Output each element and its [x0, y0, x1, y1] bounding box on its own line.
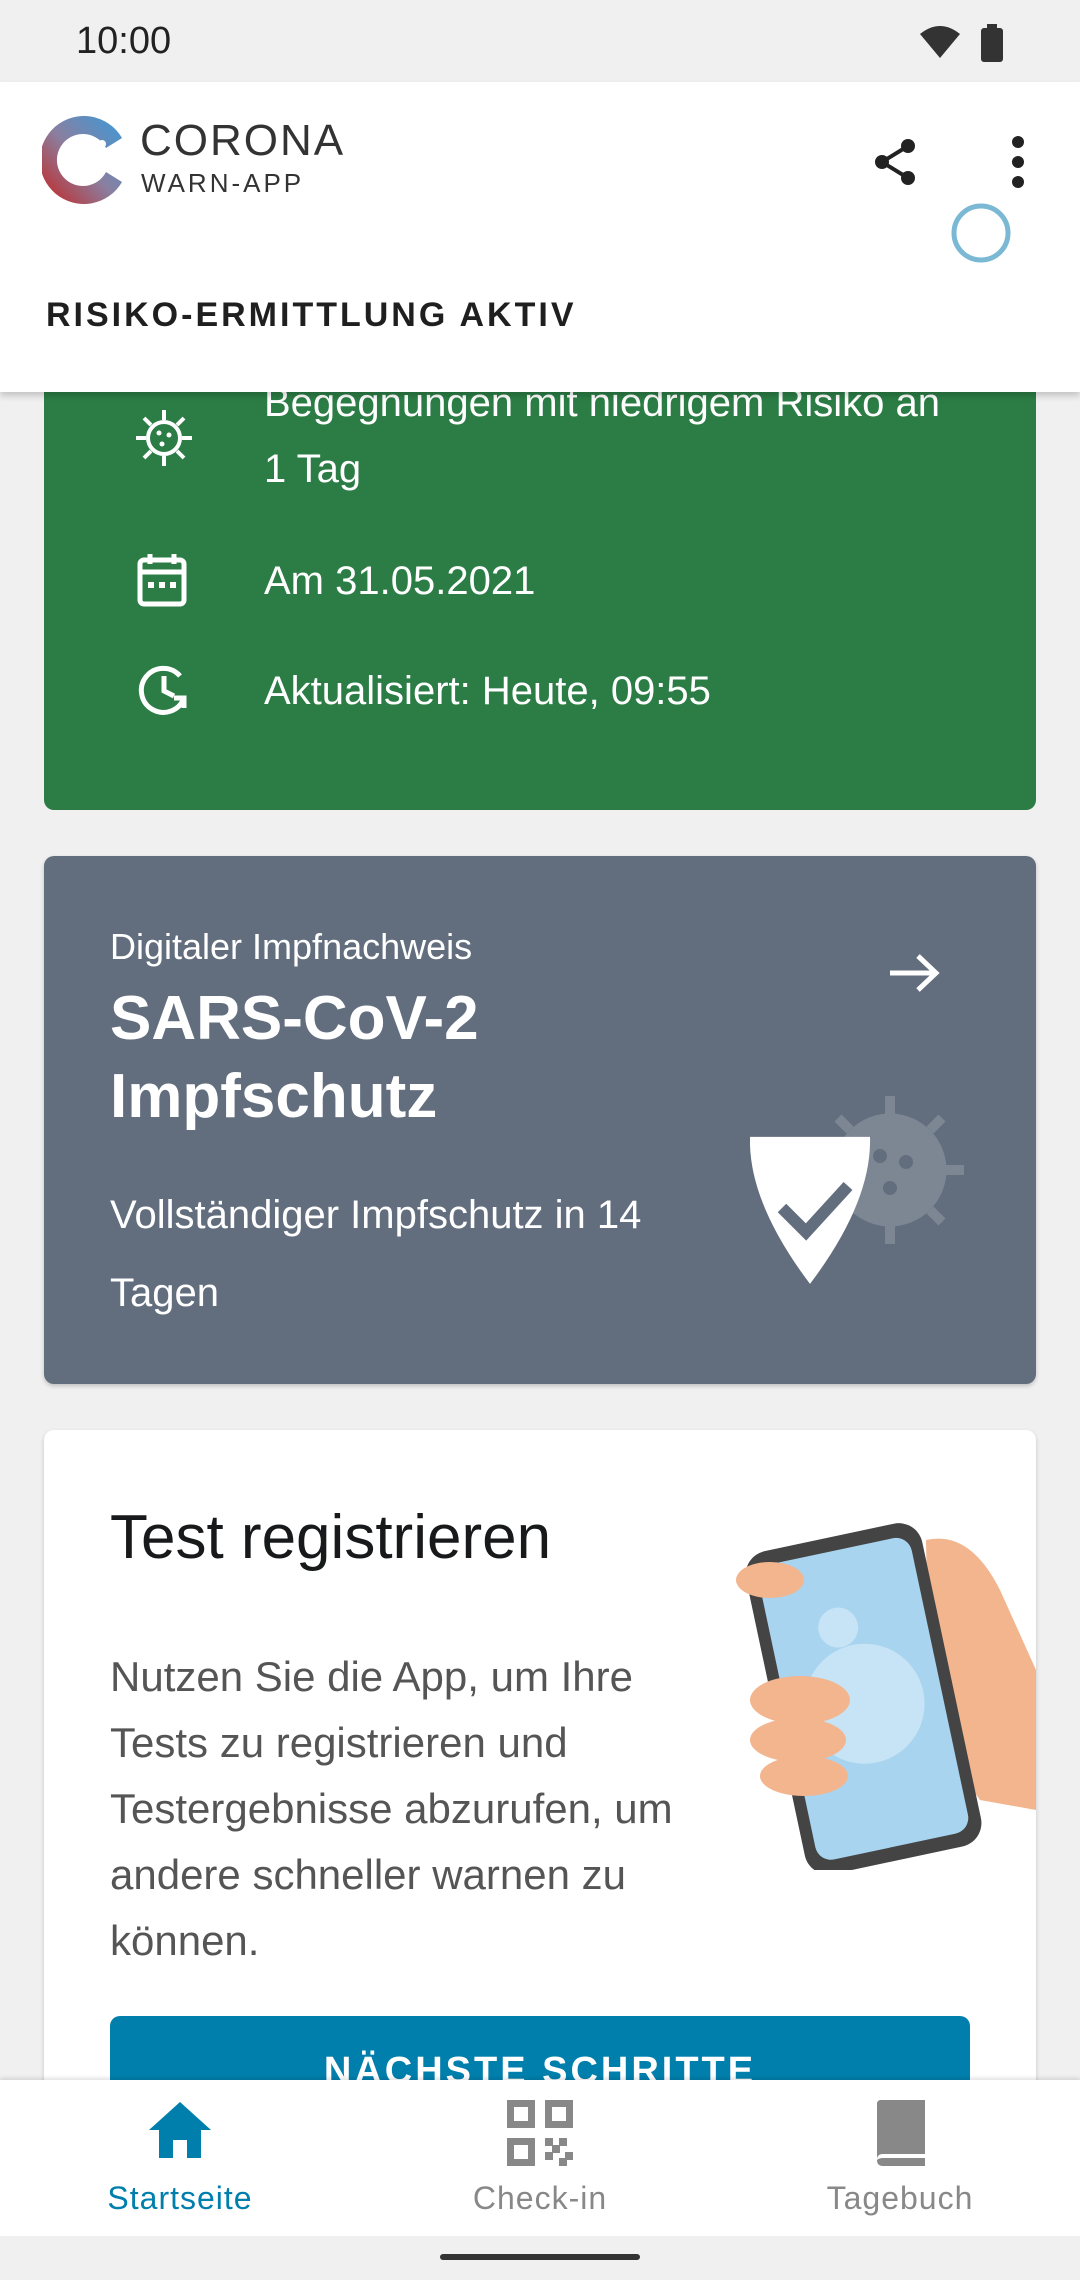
- vaccination-card-subtitle: Digitaler Impfnachweis: [110, 926, 473, 967]
- vaccination-card-description: Vollständiger Impfschutz in 14 Tagen: [110, 1193, 642, 1315]
- gesture-handle[interactable]: [440, 2254, 640, 2260]
- nav-label-startseite: Startseite: [107, 2180, 253, 2216]
- shield-check-virus-icon: [749, 1090, 980, 1305]
- more-options-icon[interactable]: [990, 132, 1046, 192]
- nav-item-check-in[interactable]: Check-in: [390, 2098, 690, 2228]
- calendar-icon: [136, 552, 188, 613]
- home-icon: [145, 2098, 215, 2167]
- status-clock: 10:00: [76, 20, 172, 62]
- share-icon[interactable]: [868, 134, 924, 190]
- logo-text-corona: CORONA: [140, 116, 346, 165]
- app-header: CORONA WARN-APP RISIKO-ERMITTLUNG AKTIV: [0, 82, 1080, 392]
- test-card-description: Nutzen Sie die App, um Ihre Tests zu reg…: [110, 1653, 673, 1964]
- test-card-title: Test registrieren: [110, 1503, 552, 1572]
- risk-updated-text: Aktualisiert: Heute, 09:55: [264, 669, 711, 713]
- logo-text-warn-app: WARN-APP: [141, 168, 305, 198]
- progress-ring-icon: [950, 202, 1012, 269]
- risk-date-text: Am 31.05.2021: [264, 559, 536, 603]
- battery-icon: [980, 24, 1004, 67]
- book-icon: [865, 2098, 935, 2173]
- nav-label-tagebuch: Tagebuch: [826, 2180, 974, 2216]
- risk-status-label: RISIKO-ERMITTLUNG AKTIV: [46, 296, 577, 334]
- arrow-right-icon[interactable]: [884, 948, 944, 1003]
- nav-label-check-in: Check-in: [472, 2180, 608, 2216]
- phone-in-hand-illustration: [730, 1500, 1036, 1875]
- nav-item-tagebuch[interactable]: Tagebuch: [750, 2098, 1050, 2228]
- virus-icon: [134, 408, 194, 473]
- corona-warn-app-logo: [39, 108, 132, 217]
- wifi-icon: [918, 24, 962, 65]
- history-icon: [134, 660, 194, 725]
- vaccination-card-title: SARS-CoV-2 Impfschutz: [110, 984, 479, 1131]
- nav-item-startseite[interactable]: Startseite: [30, 2098, 330, 2228]
- qr-code-icon: [505, 2098, 575, 2173]
